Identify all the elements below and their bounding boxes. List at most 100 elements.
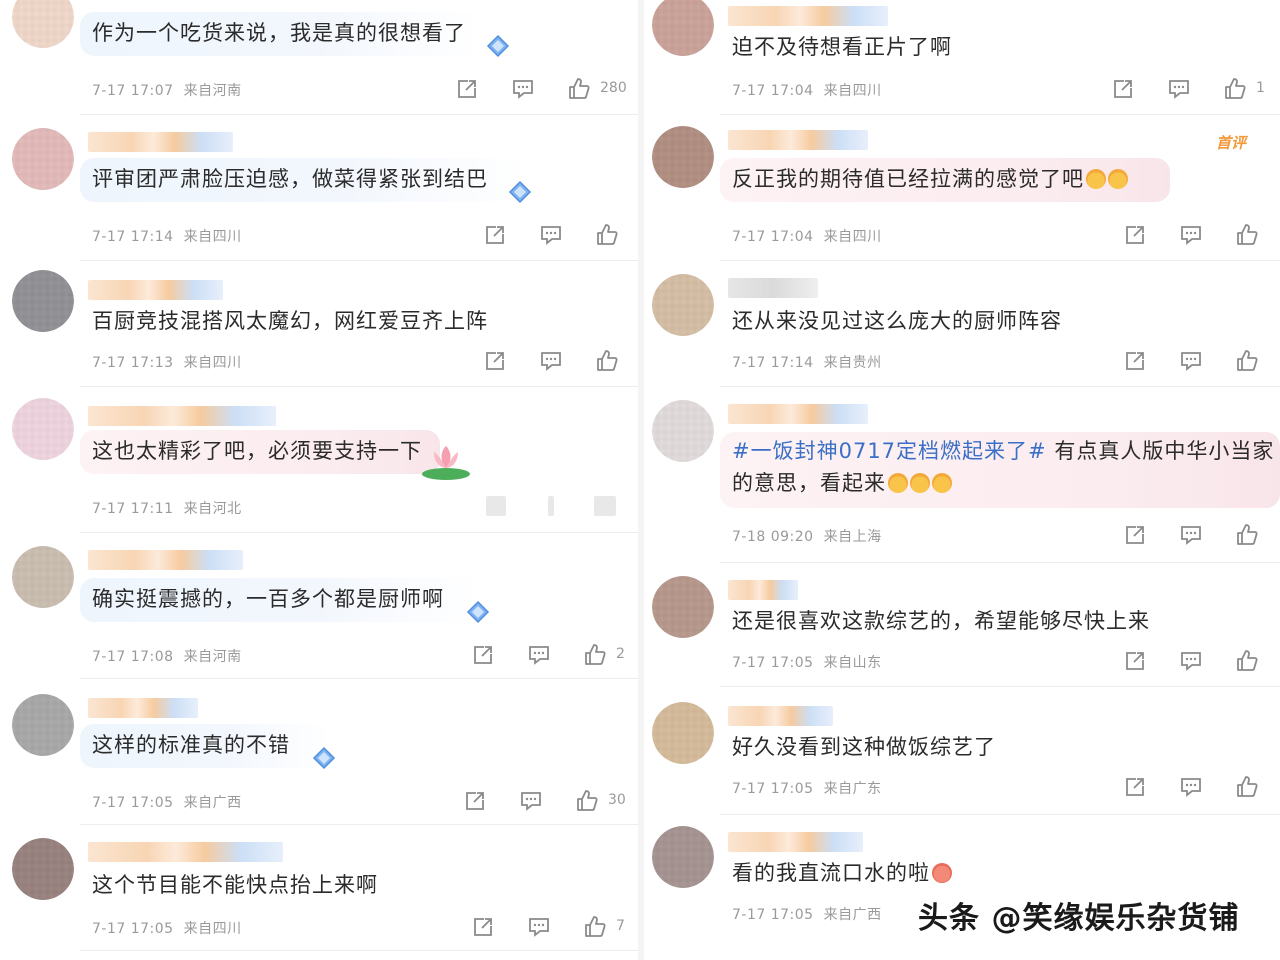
share-icon[interactable] — [482, 222, 508, 248]
divider — [80, 950, 640, 951]
comment-actions — [1122, 222, 1272, 248]
comment-meta: 7-17 17:11 来自河北 — [92, 498, 242, 518]
comment-time: 7-17 17:04 — [732, 83, 814, 99]
comment-time: 7-17 17:05 — [732, 907, 814, 923]
like-icon[interactable] — [566, 76, 592, 102]
comment-icon[interactable] — [510, 76, 536, 102]
share-icon[interactable] — [462, 788, 488, 814]
share-icon[interactable] — [454, 76, 480, 102]
like-icon[interactable] — [594, 222, 620, 248]
comment-time: 7-17 17:13 — [92, 355, 174, 371]
like-icon[interactable] — [574, 788, 600, 814]
comment-time: 7-17 17:07 — [92, 83, 174, 99]
avatar[interactable] — [652, 126, 714, 188]
action-placeholder — [594, 496, 616, 516]
avatar[interactable] — [652, 576, 714, 638]
comment-text: 确实挺震撼的，一百多个都是厨师啊 — [92, 587, 444, 611]
avatar[interactable] — [12, 838, 74, 900]
comment-icon[interactable] — [526, 642, 552, 668]
comment-icon[interactable] — [538, 222, 564, 248]
avatar[interactable] — [12, 694, 74, 756]
share-icon[interactable] — [1122, 648, 1148, 674]
divider — [80, 260, 640, 261]
comment-text: 百厨竞技混搭风太魔幻，网红爱豆齐上阵 — [92, 309, 488, 333]
comment-location: 来自广东 — [823, 781, 882, 797]
comment-meta: 7-17 17:05 来自广西 — [92, 792, 242, 812]
share-icon[interactable] — [1110, 76, 1136, 102]
diamond-sticker-icon — [466, 600, 490, 624]
avatar[interactable] — [652, 826, 714, 888]
comment-text: 好久没看到这种做饭综艺了 — [732, 735, 996, 759]
comment-location: 来自四川 — [183, 921, 242, 937]
avatar[interactable] — [12, 270, 74, 332]
avatar[interactable] — [652, 400, 714, 462]
username-blurred — [728, 6, 888, 26]
comment-meta: 7-17 17:04 来自四川 — [732, 226, 882, 246]
comment-icon[interactable] — [538, 348, 564, 374]
action-placeholder — [548, 496, 554, 516]
avatar[interactable] — [652, 702, 714, 764]
like-icon[interactable] — [582, 914, 608, 940]
avatar[interactable] — [12, 546, 74, 608]
avatar[interactable] — [652, 274, 714, 336]
hashtag-link[interactable]: #一饭封神0717定档燃起来了# — [732, 439, 1047, 463]
divider — [80, 678, 640, 679]
like-icon[interactable] — [1234, 522, 1260, 548]
comment-text: 作为一个吃货来说，我是真的很想看了 — [92, 21, 466, 45]
first-comment-badge: 首评 — [1215, 134, 1246, 152]
share-icon[interactable] — [1122, 774, 1148, 800]
comment-text: 这也太精彩了吧，必须要支持一下 — [92, 439, 422, 463]
avatar[interactable] — [12, 128, 74, 190]
username-blurred — [88, 550, 243, 570]
comment-location: 来自河北 — [183, 501, 242, 517]
comment-actions — [1122, 522, 1272, 548]
comment-location: 来自四川 — [183, 229, 242, 245]
share-icon[interactable] — [1122, 522, 1148, 548]
comment-text: 迫不及待想看正片了啊 — [732, 35, 952, 59]
like-icon[interactable] — [1234, 648, 1260, 674]
lotus-sticker-icon — [422, 446, 470, 480]
comment-icon[interactable] — [1178, 348, 1204, 374]
comment-text-body: 有点真人版中华小当家 — [1054, 439, 1275, 463]
avatar[interactable] — [12, 0, 74, 48]
emoji-icon — [932, 473, 952, 493]
like-icon[interactable] — [1234, 222, 1260, 248]
avatar[interactable] — [652, 0, 714, 56]
comment-location: 来自河南 — [183, 83, 242, 99]
comment-location: 来自四川 — [823, 229, 882, 245]
comment-meta: 7-17 17:14 来自贵州 — [732, 352, 882, 372]
share-icon[interactable] — [1122, 348, 1148, 374]
comment-icon[interactable] — [1178, 522, 1204, 548]
comment-icon[interactable] — [1178, 648, 1204, 674]
comment-icon[interactable] — [1166, 76, 1192, 102]
like-count: 7 — [616, 918, 625, 934]
like-icon[interactable] — [1234, 774, 1260, 800]
like-icon[interactable] — [1222, 76, 1248, 102]
comment-meta: 7-17 17:05 来自山东 — [732, 652, 882, 672]
comment-location: 来自四川 — [823, 83, 882, 99]
comment-location: 来自四川 — [183, 355, 242, 371]
comment-text-body: 看的我直流口水的啦 — [732, 861, 930, 885]
comment-meta: 7-17 17:05 来自广东 — [732, 778, 882, 798]
divider — [80, 824, 640, 825]
username-blurred — [728, 706, 833, 726]
username-blurred — [88, 842, 283, 862]
comment-icon[interactable] — [1178, 774, 1204, 800]
comment-time: 7-17 17:14 — [732, 355, 814, 371]
share-icon[interactable] — [470, 642, 496, 668]
comment-actions — [482, 222, 632, 248]
like-count: 30 — [608, 792, 626, 808]
like-icon[interactable] — [582, 642, 608, 668]
username-blurred — [88, 406, 276, 426]
share-icon[interactable] — [1122, 222, 1148, 248]
avatar[interactable] — [12, 398, 74, 460]
like-icon[interactable] — [594, 348, 620, 374]
like-count: 280 — [600, 80, 627, 96]
share-icon[interactable] — [482, 348, 508, 374]
share-icon[interactable] — [470, 914, 496, 940]
comment-icon[interactable] — [526, 914, 552, 940]
divider — [720, 686, 1280, 687]
comment-icon[interactable] — [518, 788, 544, 814]
comment-icon[interactable] — [1178, 222, 1204, 248]
like-icon[interactable] — [1234, 348, 1260, 374]
